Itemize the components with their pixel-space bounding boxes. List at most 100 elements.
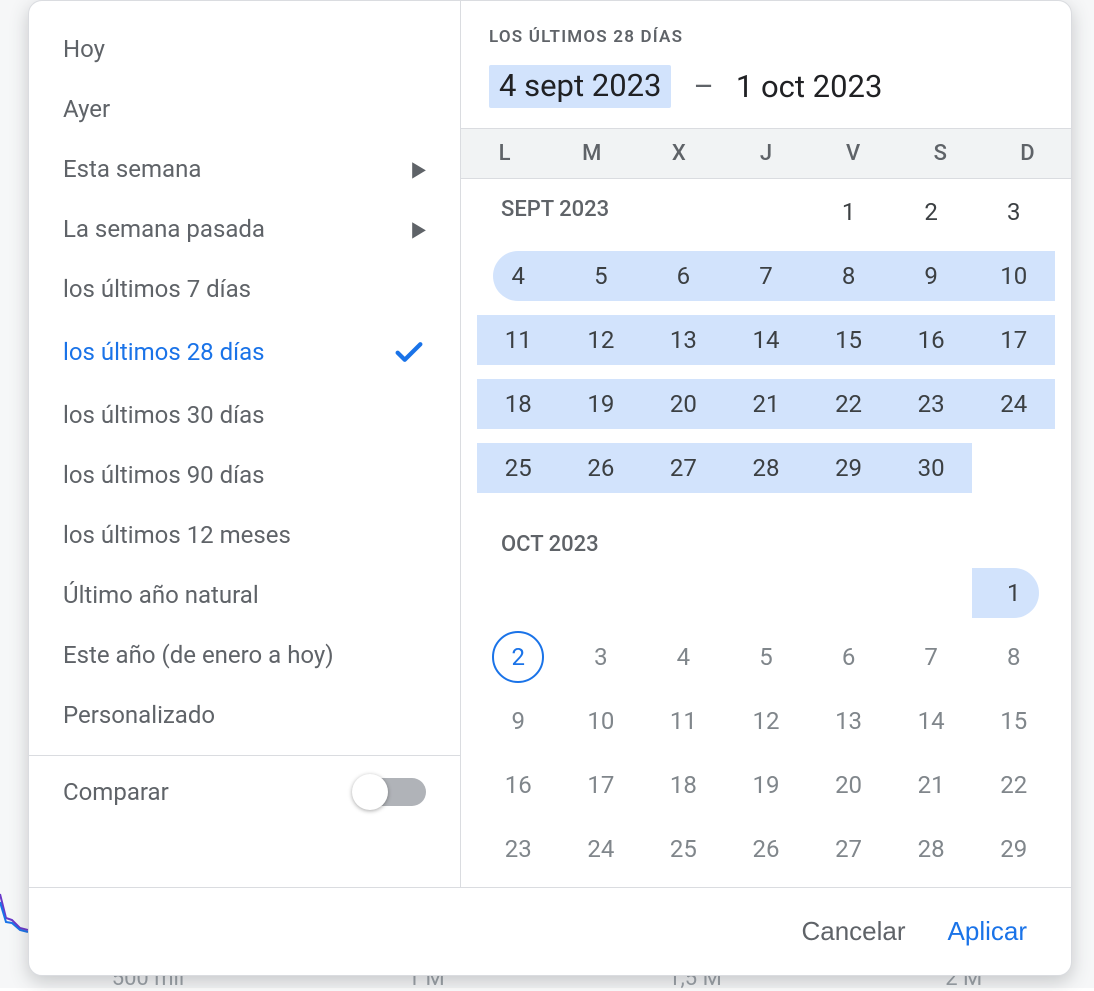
calendar-day[interactable]: 23 [890,372,973,436]
calendar-day[interactable]: 5 [560,244,643,308]
preset-label: Ayer [63,95,426,123]
preset-last-30[interactable]: los últimos 30 días [29,385,460,445]
calendar-day-number: 19 [753,771,780,799]
calendar-day: 17 [560,753,643,817]
calendar-day[interactable]: 2 [477,625,560,689]
calendar-day: 9 [477,689,560,753]
calendar-day-number: 4 [677,643,691,671]
preset-label: Hoy [63,35,426,63]
calendar-day[interactable]: 17 [972,308,1055,372]
compare-toggle[interactable] [354,778,426,806]
preset-last-7[interactable]: los últimos 7 días [29,259,460,319]
calendar-day[interactable]: 25 [477,436,560,500]
preset-custom[interactable]: Personalizado [29,685,460,745]
calendar-day[interactable]: 4 [477,244,560,308]
calendar-day-number: 11 [505,326,532,354]
calendar-day: 5 [725,625,808,689]
compare-row: Comparar [29,755,460,828]
calendar-day-number: 2 [512,643,526,671]
calendar-day-number: 24 [1000,390,1027,418]
calendar-day-number: 8 [1007,643,1021,671]
calendar-scroll-area[interactable]: SEPT 20231234567891011121314151617181920… [461,179,1071,887]
preset-today[interactable]: Hoy [29,19,460,79]
preset-last-year[interactable]: Último año natural [29,565,460,625]
calendar-day[interactable]: 29 [807,436,890,500]
weekday-header-cell: S [897,129,984,178]
calendar-day[interactable]: 28 [725,436,808,500]
calendar-day[interactable]: 8 [807,244,890,308]
weekday-header: LMXJVSD [461,128,1071,179]
calendar-day-number: 14 [753,326,780,354]
calendar-day[interactable]: 15 [807,308,890,372]
calendar-day-number: 17 [587,771,614,799]
calendar-day-number: 4 [512,262,526,290]
calendar-blank-cell [642,561,725,625]
calendar-day: 7 [890,625,973,689]
preset-label: Este año (de enero a hoy) [63,641,426,669]
calendar-day-number: 25 [670,835,697,863]
weekday-header-cell: M [548,129,635,178]
calendar-day[interactable]: 6 [642,244,725,308]
calendar-day: 26 [725,817,808,881]
preset-last-12m[interactable]: los últimos 12 meses [29,505,460,565]
calendar-day[interactable]: 13 [642,308,725,372]
calendar-day-number: 17 [1000,326,1027,354]
calendar-day[interactable]: 1 [972,561,1055,625]
preset-label: los últimos 90 días [63,461,426,489]
calendar-day-number: 5 [594,262,608,290]
calendar-day-number: 21 [753,390,780,418]
calendar-day: 3 [560,625,643,689]
preset-list: HoyAyerEsta semana▶La semana pasada▶los … [29,1,461,887]
check-icon [392,335,426,369]
preset-label: La semana pasada [63,215,412,243]
calendar-day[interactable]: 30 [890,436,973,500]
calendar-day: 15 [972,689,1055,753]
calendar-day[interactable]: 7 [725,244,808,308]
apply-button[interactable]: Aplicar [940,910,1035,953]
calendar-day-number: 19 [587,390,614,418]
calendar-day: 20 [807,753,890,817]
calendar-day[interactable]: 11 [477,308,560,372]
calendar-day[interactable]: 26 [560,436,643,500]
preset-last-28[interactable]: los últimos 28 días [29,319,460,385]
calendar-day[interactable]: 27 [642,436,725,500]
calendar-day[interactable]: 21 [725,372,808,436]
calendar-day-number: 10 [1000,262,1027,290]
dialog-footer: Cancelar Aplicar [29,888,1071,975]
calendar-day[interactable]: 20 [642,372,725,436]
calendar-day-number: 7 [759,262,773,290]
calendar-day[interactable]: 18 [477,372,560,436]
month-grid-oct-2023: 1234567891011121314151617181920212223242… [461,561,1071,887]
calendar-blank-cell [560,561,643,625]
preset-ytd[interactable]: Este año (de enero a hoy) [29,625,460,685]
preset-this-week[interactable]: Esta semana▶ [29,139,460,199]
calendar-day: 14 [890,689,973,753]
preset-yesterday[interactable]: Ayer [29,79,460,139]
calendar-day[interactable]: 9 [890,244,973,308]
range-start-date[interactable]: 4 sept 2023 [489,65,671,108]
preset-last-90[interactable]: los últimos 90 días [29,445,460,505]
range-end-date[interactable]: 1 oct 2023 [736,68,883,105]
calendar-day[interactable]: 22 [807,372,890,436]
range-header: LOS ÚLTIMOS 28 DÍAS 4 sept 2023 – 1 oct … [461,1,1071,128]
calendar-day[interactable]: 24 [972,372,1055,436]
preset-last-week[interactable]: La semana pasada▶ [29,199,460,259]
preset-label: Personalizado [63,701,426,729]
calendar-day: 18 [642,753,725,817]
calendar-day-number: 29 [835,454,862,482]
calendar-day: 27 [807,817,890,881]
calendar-day[interactable]: 10 [972,244,1055,308]
calendar-day[interactable]: 16 [890,308,973,372]
calendar-day-number: 27 [835,835,862,863]
cancel-button[interactable]: Cancelar [793,910,913,953]
calendar-day[interactable]: 19 [560,372,643,436]
background-chart-fragment [0,890,28,938]
calendar-day-number: 1 [1007,579,1021,607]
calendar-day: 23 [477,817,560,881]
calendar-day-number: 9 [924,262,938,290]
month-label-sept-2023: SEPT 2023 [461,179,1071,226]
calendar-day: 21 [890,753,973,817]
calendar-day[interactable]: 12 [560,308,643,372]
calendar-day-number: 16 [918,326,945,354]
calendar-day[interactable]: 14 [725,308,808,372]
